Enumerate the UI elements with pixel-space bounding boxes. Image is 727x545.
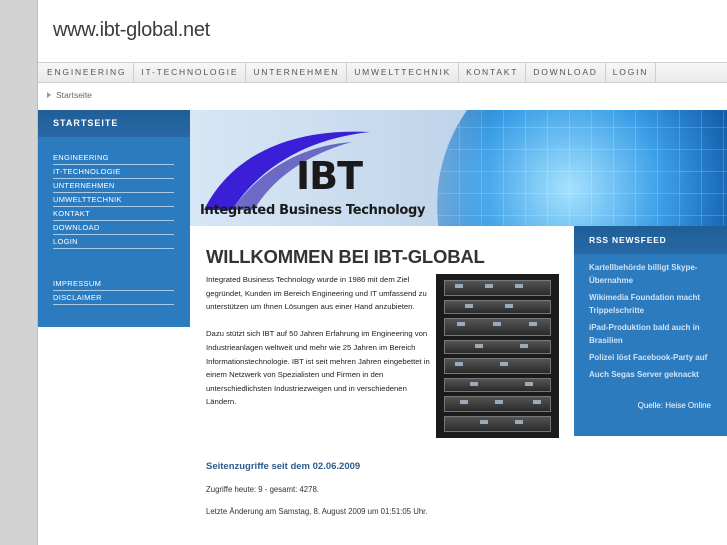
topnav-engineering[interactable]: ENGINEERING: [40, 62, 135, 83]
intro-paragraph-2: Dazu stützt sich IBT auf 50 Jahren Erfah…: [206, 329, 430, 407]
site-title[interactable]: www.ibt-global.net: [53, 19, 210, 42]
site-header: www.ibt-global.net: [38, 0, 727, 62]
topnav-kontakt[interactable]: KONTAKT: [459, 62, 527, 83]
server-unit: [444, 416, 551, 432]
server-rack-image: [436, 274, 559, 438]
sidebar-menu: ENGINEERING IT-TECHNOLOGIE UNTERNEHMEN U…: [38, 137, 190, 249]
rss-newsfeed: RSS NEWSFEED Kartellbehörde billigt Skyp…: [574, 226, 727, 436]
header-banner: IBT Integrated Business Technology: [190, 110, 727, 226]
sidebar-item-unternehmen[interactable]: UNTERNEHMEN: [53, 179, 174, 193]
topnav-it-technologie[interactable]: IT-TECHNOLOGIE: [134, 62, 247, 83]
topnav-login[interactable]: LOGIN: [606, 62, 657, 83]
sidebar-secondary-menu: IMPRESSUM DISCLAIMER: [38, 249, 190, 305]
server-unit: [444, 280, 551, 296]
sidebar-item-login[interactable]: LOGIN: [53, 235, 174, 249]
sidebar-heading: STARTSEITE: [38, 110, 190, 137]
intro-text: Integrated Business Technology wurde in …: [206, 273, 430, 409]
rss-item[interactable]: Polizei löst Facebook-Party auf: [589, 351, 717, 364]
stats-title: Seitenzugriffe seit dem 02.06.2009: [206, 461, 361, 472]
server-unit: [444, 318, 551, 336]
sidebar-item-it-technologie[interactable]: IT-TECHNOLOGIE: [53, 165, 174, 179]
sidebar: STARTSEITE ENGINEERING IT-TECHNOLOGIE UN…: [38, 110, 190, 327]
stats-line: Zugriffe heute: 9 - gesamt: 4278.: [206, 485, 319, 494]
page-title: WILLKOMMEN BEI IBT-GLOBAL: [206, 246, 485, 267]
sidebar-item-download[interactable]: DOWNLOAD: [53, 221, 174, 235]
server-unit: [444, 396, 551, 412]
breadcrumb-arrow-icon: [47, 92, 51, 98]
top-navigation: ENGINEERING IT-TECHNOLOGIE UNTERNEHMEN U…: [38, 62, 727, 83]
left-gutter: [0, 0, 38, 545]
rss-item[interactable]: iPad-Produktion bald auch in Brasilien: [589, 321, 717, 347]
topnav-unternehmen[interactable]: UNTERNEHMEN: [246, 62, 348, 83]
sidebar-item-impressum[interactable]: IMPRESSUM: [53, 277, 174, 291]
server-unit: [444, 358, 551, 374]
sidebar-item-kontakt[interactable]: KONTAKT: [53, 207, 174, 221]
intro-paragraph-1: Integrated Business Technology wurde in …: [206, 275, 427, 312]
rss-source[interactable]: Quelle: Heise Online: [638, 401, 711, 410]
sidebar-item-umwelttechnik[interactable]: UMWELTTECHNIK: [53, 193, 174, 207]
main-content: WILLKOMMEN BEI IBT-GLOBAL Integrated Bus…: [190, 226, 574, 545]
server-unit: [444, 340, 551, 354]
last-change-line: Letzte Änderung am Samstag, 8. August 20…: [206, 507, 428, 516]
banner-logo-text: IBT: [296, 154, 363, 198]
breadcrumb-item-startseite[interactable]: Startseite: [56, 90, 92, 100]
rss-list: Kartellbehörde billigt Skype-Übernahme W…: [574, 254, 727, 381]
rss-item[interactable]: Kartellbehörde billigt Skype-Übernahme: [589, 261, 717, 287]
server-unit: [444, 378, 551, 392]
banner-tagline: Integrated Business Technology: [200, 203, 426, 218]
sidebar-item-engineering[interactable]: ENGINEERING: [53, 151, 174, 165]
rss-item[interactable]: Wikimedia Foundation macht Trippelschrit…: [589, 291, 717, 317]
rss-item[interactable]: Auch Segas Server geknackt: [589, 368, 717, 381]
topnav-umwelttechnik[interactable]: UMWELTTECHNIK: [347, 62, 460, 83]
sidebar-item-disclaimer[interactable]: DISCLAIMER: [53, 291, 174, 305]
server-unit: [444, 300, 551, 314]
breadcrumb: Startseite: [47, 90, 92, 100]
topnav-download[interactable]: DOWNLOAD: [526, 62, 606, 83]
rss-heading: RSS NEWSFEED: [574, 226, 727, 254]
